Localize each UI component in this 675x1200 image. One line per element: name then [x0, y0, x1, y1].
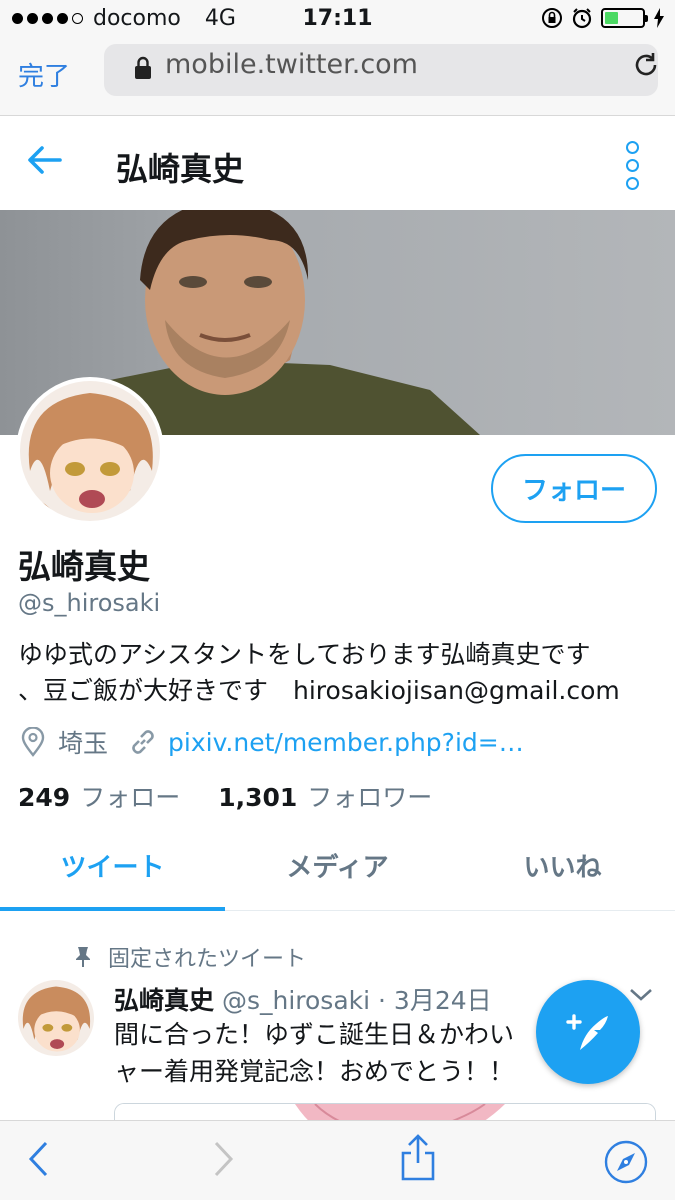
- profile-header: 弘崎真史: [0, 116, 675, 210]
- tweet-author-name[interactable]: 弘崎真史: [114, 986, 214, 1015]
- profile-link[interactable]: pixiv.net/member.php?id=…: [168, 728, 524, 757]
- alarm-icon: [572, 8, 592, 29]
- lock-icon: [135, 56, 151, 79]
- status-right: [541, 7, 665, 29]
- map-pin-icon: [21, 727, 45, 757]
- follow-counts: 249 フォロー 1,301 フォロワー: [18, 778, 432, 814]
- tweet-avatar[interactable]: [18, 980, 94, 1056]
- header-title: 弘崎真史: [116, 150, 245, 188]
- bio-line-2: 、豆ご飯が大好きです hirosakiojisan@gmail.com: [18, 676, 620, 705]
- battery-icon: [601, 8, 648, 28]
- compose-tweet-button[interactable]: [536, 980, 640, 1084]
- chevron-down-icon[interactable]: [628, 986, 654, 1004]
- charging-icon: [654, 8, 664, 28]
- profile-bio: ゆゆ式のアシスタントをしております弘崎真史です 、豆ご飯が大好きです hiros…: [18, 637, 658, 709]
- tweet-author-handle[interactable]: @s_hirosaki: [222, 986, 370, 1015]
- tab-media[interactable]: メディア: [225, 820, 450, 910]
- back-chevron-icon[interactable]: [26, 1139, 50, 1179]
- following-label: フォロー: [80, 783, 181, 812]
- status-bar: docomo 4G 17:11: [0, 0, 675, 38]
- tweet-header: 弘崎真史 @s_hirosaki · 3月24日: [114, 981, 492, 1017]
- profile-avatar[interactable]: [16, 377, 164, 525]
- following-count: 249: [18, 783, 71, 812]
- compass-icon[interactable]: [603, 1139, 649, 1185]
- pinned-indicator: 固定されたツイート: [74, 941, 306, 973]
- pin-icon: [76, 947, 90, 967]
- profile-name: 弘崎真史: [18, 547, 150, 586]
- profile-tabs: ツイート メディア いいね: [0, 820, 675, 911]
- forward-chevron-icon[interactable]: [212, 1139, 236, 1179]
- following-stat[interactable]: 249 フォロー: [18, 778, 180, 814]
- bio-line-1: ゆゆ式のアシスタントをしております弘崎真史です: [18, 640, 591, 669]
- profile-meta: 埼玉 pixiv.net/member.php?id=…: [20, 724, 524, 760]
- follow-button[interactable]: フォロー: [491, 454, 657, 523]
- followers-label: フォロワー: [307, 783, 433, 812]
- arrow-left-icon[interactable]: [26, 144, 64, 176]
- compose-tweet-icon: [566, 1014, 608, 1050]
- link-icon: [132, 730, 154, 754]
- tweet-date[interactable]: 3月24日: [394, 986, 492, 1015]
- profile-location: 埼玉: [58, 729, 109, 758]
- browser-toolbar: [0, 1120, 675, 1200]
- tweet-text-line-1-start: 間に合った！ゆずこ誕生日＆かわい: [114, 1020, 515, 1049]
- share-icon[interactable]: [398, 1133, 438, 1183]
- done-button[interactable]: 完了: [18, 56, 70, 93]
- avatar-image: [20, 381, 160, 521]
- rotation-lock-icon: [542, 8, 562, 28]
- followers-stat[interactable]: 1,301 フォロワー: [218, 778, 432, 814]
- profile-handle: @s_hirosaki: [18, 589, 161, 617]
- more-vertical-icon[interactable]: [626, 141, 639, 190]
- followers-count: 1,301: [218, 783, 298, 812]
- tweet-avatar-image: [18, 980, 94, 1056]
- reload-icon[interactable]: [631, 50, 661, 80]
- tab-tweets[interactable]: ツイート: [0, 820, 225, 911]
- url-text[interactable]: mobile.twitter.com: [165, 49, 418, 80]
- tab-likes[interactable]: いいね: [450, 820, 675, 910]
- browser-address-bar: 完了 mobile.twitter.com: [0, 38, 675, 116]
- pinned-label: 固定されたツイート: [108, 947, 307, 972]
- tweet-separator: ·: [370, 986, 394, 1015]
